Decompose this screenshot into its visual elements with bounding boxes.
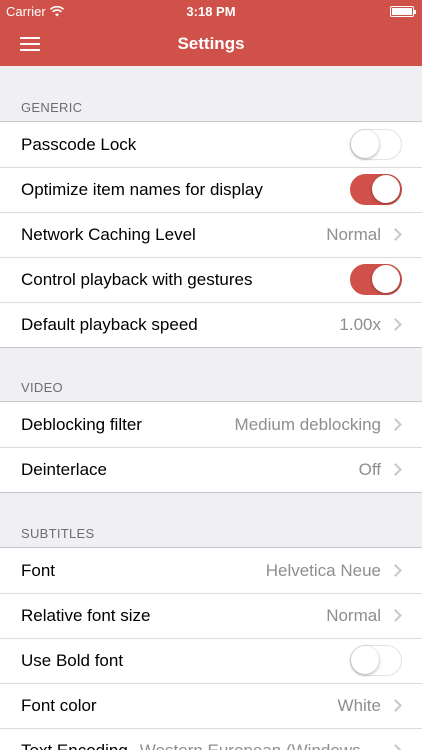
chevron-right-icon: [389, 744, 402, 750]
setting-label: Font: [21, 560, 56, 580]
section-header-video: VIDEO: [21, 380, 63, 395]
passcode-lock-toggle[interactable]: [350, 129, 402, 160]
settings-group-generic: Passcode Lock Optimize item names for di…: [0, 121, 422, 348]
chevron-right-icon: [389, 418, 402, 431]
setting-row-passcode-lock: Passcode Lock: [0, 122, 422, 167]
setting-label: Optimize item names for display: [21, 179, 263, 199]
setting-value: Off: [358, 459, 381, 479]
setting-label: Use Bold font: [21, 650, 124, 670]
chevron-right-icon: [389, 228, 402, 241]
settings-group-video: Deblocking filter Medium deblocking Dein…: [0, 401, 422, 493]
setting-value: Normal: [326, 224, 381, 244]
setting-label: Font color: [21, 695, 97, 715]
section-header-subtitles: SUBTITLES: [21, 526, 95, 541]
setting-row-font[interactable]: Font Helvetica Neue: [0, 548, 422, 593]
setting-value: Normal: [326, 605, 381, 625]
setting-row-network-caching[interactable]: Network Caching Level Normal: [0, 212, 422, 257]
setting-value: 1.00x: [339, 314, 381, 334]
setting-label: Deinterlace: [21, 459, 107, 479]
chevron-right-icon: [389, 318, 402, 331]
page-title: Settings: [177, 34, 245, 53]
setting-label: Default playback speed: [21, 314, 198, 334]
setting-row-font-color[interactable]: Font color White: [0, 683, 422, 728]
setting-row-deblocking[interactable]: Deblocking filter Medium deblocking: [0, 402, 422, 447]
setting-row-playback-speed[interactable]: Default playback speed 1.00x: [0, 302, 422, 347]
setting-label: Deblocking filter: [21, 414, 142, 434]
status-bar: Carrier 3:18 PM: [0, 0, 422, 22]
optimize-names-toggle[interactable]: [350, 174, 402, 205]
setting-row-deinterlace[interactable]: Deinterlace Off: [0, 447, 422, 492]
chevron-right-icon: [389, 609, 402, 622]
playback-gestures-toggle[interactable]: [350, 264, 402, 295]
setting-value: Medium deblocking: [234, 414, 381, 434]
setting-label: Text Encoding: [21, 740, 128, 750]
top-bar: Carrier 3:18 PM Settings: [0, 0, 422, 66]
setting-label: Passcode Lock: [21, 134, 137, 154]
setting-label: Relative font size: [21, 605, 151, 625]
setting-row-bold-font: Use Bold font: [0, 638, 422, 683]
chevron-right-icon: [389, 463, 402, 476]
setting-value: Helvetica Neue: [265, 560, 381, 580]
setting-value: Western European (Windows-1252): [139, 740, 381, 750]
setting-row-text-encoding[interactable]: Text Encoding Western European (Windows-…: [0, 728, 422, 750]
setting-row-playback-gestures: Control playback with gestures: [0, 257, 422, 302]
setting-row-relative-font-size[interactable]: Relative font size Normal: [0, 593, 422, 638]
chevron-right-icon: [389, 699, 402, 712]
section-header-generic: GENERIC: [21, 100, 83, 115]
settings-group-subtitles: Font Helvetica Neue Relative font size N…: [0, 547, 422, 750]
setting-value: White: [337, 695, 381, 715]
setting-label: Control playback with gestures: [21, 269, 253, 289]
navigation-bar: Settings: [0, 22, 422, 66]
chevron-right-icon: [389, 564, 402, 577]
bold-font-toggle[interactable]: [350, 645, 402, 676]
battery-icon: [390, 6, 416, 17]
status-time: 3:18 PM: [186, 4, 236, 19]
setting-row-optimize-names: Optimize item names for display: [0, 167, 422, 212]
setting-label: Network Caching Level: [21, 224, 196, 244]
